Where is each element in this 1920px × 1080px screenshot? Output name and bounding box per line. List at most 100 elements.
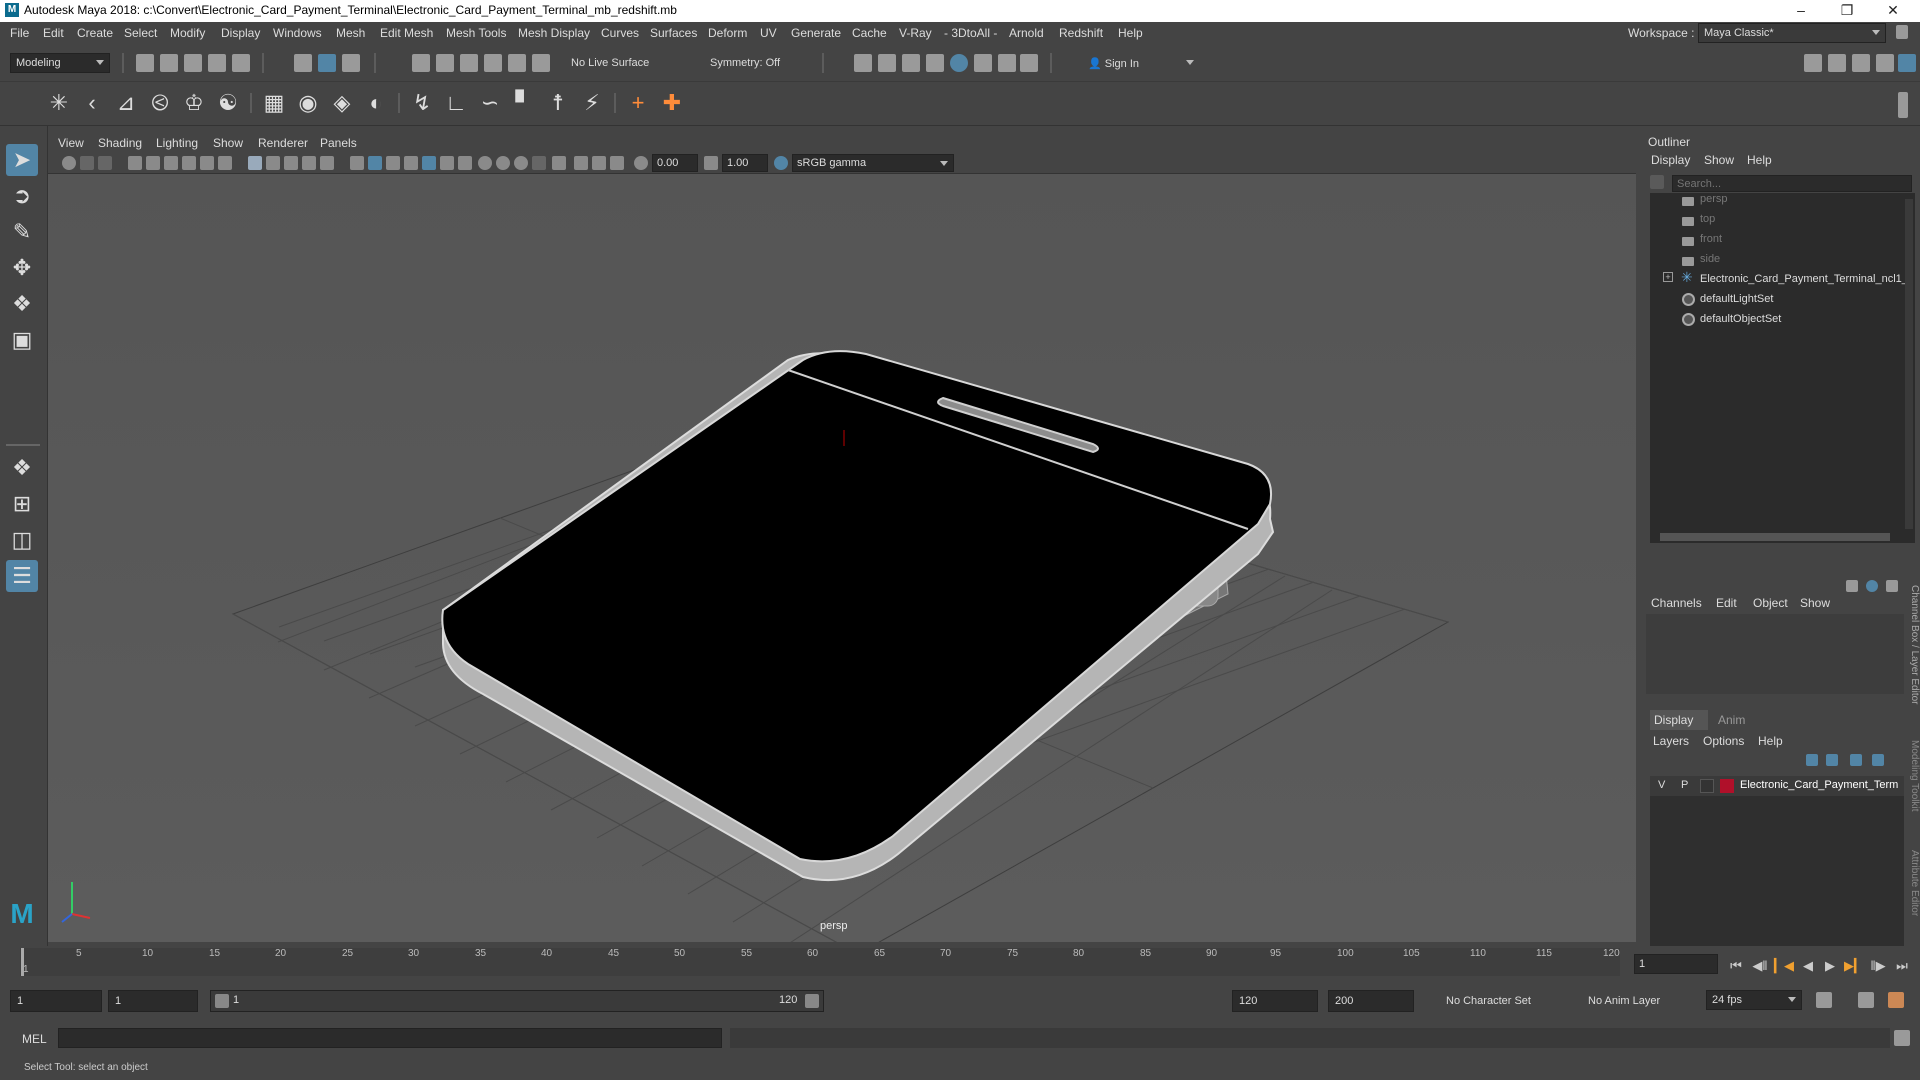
gamma-field[interactable]: 1.00 [722, 154, 768, 172]
save-scene-icon[interactable] [184, 54, 202, 72]
gate-mask-icon[interactable] [266, 156, 280, 170]
select-by-hierarchy-icon[interactable] [294, 54, 312, 72]
ik-handle-icon[interactable]: ‹ [78, 89, 106, 117]
layer-color-swatch[interactable] [1720, 779, 1734, 793]
snap-to-edge-icon[interactable] [532, 54, 550, 72]
scale-tool-icon[interactable]: ▣ [6, 324, 38, 356]
move-tool-icon[interactable]: ✥ [6, 252, 38, 284]
layer-reference-toggle[interactable] [1700, 779, 1714, 793]
rotate-tool-icon[interactable]: ❖ [6, 288, 38, 320]
step-forward-key-icon[interactable]: ‖▶ [1868, 958, 1888, 976]
lasso-tool-icon[interactable]: ➲ [6, 180, 38, 212]
hypershade-icon[interactable] [950, 54, 968, 72]
time-ruler[interactable]: 1 5 10 15 20 25 30 35 40 45 50 55 60 65 … [20, 948, 1620, 976]
pause-render-icon[interactable] [1020, 54, 1038, 72]
animation-prefs-icon[interactable] [1888, 992, 1904, 1008]
outliner-item-default-light-set[interactable]: defaultLightSet [1700, 293, 1773, 305]
play-forward-icon[interactable]: ▶ [1820, 958, 1840, 976]
play-backward-icon[interactable]: ◀ [1798, 958, 1818, 976]
shadows-icon[interactable] [458, 156, 472, 170]
color-space-dropdown[interactable]: sRGB gamma [792, 154, 954, 172]
go-to-end-icon[interactable]: ⏭ [1892, 958, 1912, 976]
snap-to-view-plane-icon[interactable] [484, 54, 502, 72]
start-time-field[interactable]: 1 [10, 990, 102, 1012]
create-empty-layer-icon[interactable] [1850, 754, 1862, 766]
payment-terminal-model[interactable] [441, 350, 1275, 882]
single-pane-icon[interactable]: ❖ [6, 452, 38, 484]
live-surface-field[interactable]: No Live Surface [565, 53, 665, 73]
minimize-button[interactable]: – [1778, 0, 1824, 22]
anim-layer-dropdown[interactable]: No Anim Layer [1582, 991, 1688, 1011]
layer-tab-anim[interactable]: Anim [1718, 713, 1745, 727]
color-management-icon[interactable] [774, 156, 788, 170]
quick-rig-icon[interactable]: ♔ [180, 89, 208, 117]
move-layer-down-icon[interactable] [1826, 754, 1838, 766]
resolution-gate-icon[interactable] [218, 156, 232, 170]
redo-icon[interactable] [232, 54, 250, 72]
mode-dropdown[interactable]: Modeling [10, 53, 110, 73]
cluster-icon[interactable]: ◉ [294, 89, 322, 117]
layer-editor-icon[interactable] [1898, 54, 1916, 72]
constraint-parent-icon[interactable]: ↯ [408, 89, 436, 117]
grid-icon[interactable] [248, 156, 262, 170]
outliner-horizontal-scrollbar[interactable] [1660, 533, 1890, 541]
create-layer-from-selection-icon[interactable] [1872, 754, 1884, 766]
workspace-dropdown[interactable]: Maya Classic* [1698, 23, 1886, 43]
playback-start-field[interactable]: 1 [108, 990, 198, 1012]
modeling-toolkit-icon[interactable] [1804, 54, 1822, 72]
menu-surfaces[interactable]: Surfaces [650, 26, 697, 40]
go-to-start-icon[interactable]: ⏮ [1726, 958, 1746, 976]
menu-mesh-tools[interactable]: Mesh Tools [446, 26, 506, 40]
outliner-item-persp[interactable]: persp [1700, 193, 1728, 205]
menu-modify[interactable]: Modify [170, 26, 205, 40]
move-layer-up-icon[interactable] [1806, 754, 1818, 766]
channel-menu-edit[interactable]: Edit [1716, 596, 1737, 610]
undo-icon[interactable] [208, 54, 226, 72]
annotation-icon[interactable]: ✚ [658, 89, 686, 117]
bind-skin-icon[interactable]: ⧀ [146, 89, 174, 117]
constraint-orient-icon[interactable]: ∽ [476, 89, 504, 117]
outliner-item-terminal[interactable]: Electronic_Card_Payment_Terminal_ncl1_ [1700, 273, 1908, 285]
render-view-icon[interactable] [926, 54, 944, 72]
smooth-shade-icon[interactable] [368, 156, 382, 170]
loop-icon[interactable] [1816, 992, 1832, 1008]
grease-pencil-icon[interactable] [164, 156, 178, 170]
constraint-aim-icon[interactable]: ☨ [544, 89, 572, 117]
menu-cache[interactable]: Cache [852, 26, 887, 40]
ik-spline-icon[interactable]: ⊿ [112, 89, 140, 117]
viewport-3d[interactable]: persp [48, 174, 1636, 942]
locator-icon[interactable]: + [624, 89, 652, 117]
menu-3dtoall[interactable]: - 3DtoAll - [944, 26, 997, 40]
outliner-menu-help[interactable]: Help [1747, 153, 1772, 167]
snap-to-surface-icon[interactable] [508, 54, 526, 72]
layer-playback-toggle[interactable]: P [1681, 779, 1688, 791]
motion-blur-icon[interactable] [496, 156, 510, 170]
end-time-field[interactable]: 200 [1328, 990, 1414, 1012]
close-button[interactable]: ✕ [1870, 0, 1916, 22]
channel-box-float-icon[interactable] [1886, 580, 1898, 592]
image-plane-icon[interactable] [128, 156, 142, 170]
side-tab-attribute-editor[interactable]: Attribute Editor [1905, 850, 1920, 916]
channel-menu-object[interactable]: Object [1753, 596, 1788, 610]
constraint-point-icon[interactable]: ∟ [442, 89, 470, 117]
snap-to-point-icon[interactable] [460, 54, 478, 72]
render-current-frame-icon[interactable] [878, 54, 896, 72]
constraint-pole-icon[interactable]: ⚡ [578, 89, 606, 117]
menu-redshift[interactable]: Redshift [1059, 26, 1103, 40]
ipr-render-icon[interactable] [902, 54, 920, 72]
layer-menu-layers[interactable]: Layers [1653, 734, 1689, 748]
wireframe-on-shaded-icon[interactable] [404, 156, 418, 170]
wireframe-icon[interactable] [350, 156, 364, 170]
outliner-item-side[interactable]: side [1700, 253, 1720, 265]
four-pane-icon[interactable]: ⊞ [6, 488, 38, 520]
vp-menu-shading[interactable]: Shading [98, 136, 142, 150]
side-tab-modeling-toolkit[interactable]: Modeling Toolkit [1905, 740, 1920, 812]
menu-edit[interactable]: Edit [43, 26, 64, 40]
current-frame-field[interactable]: 1 [1634, 954, 1718, 974]
two-d-pan-icon[interactable] [146, 156, 160, 170]
menu-windows[interactable]: Windows [273, 26, 322, 40]
menu-help[interactable]: Help [1118, 26, 1143, 40]
snap-to-grid-icon[interactable] [412, 54, 430, 72]
open-scene-icon[interactable] [160, 54, 178, 72]
menu-edit-mesh[interactable]: Edit Mesh [380, 26, 433, 40]
